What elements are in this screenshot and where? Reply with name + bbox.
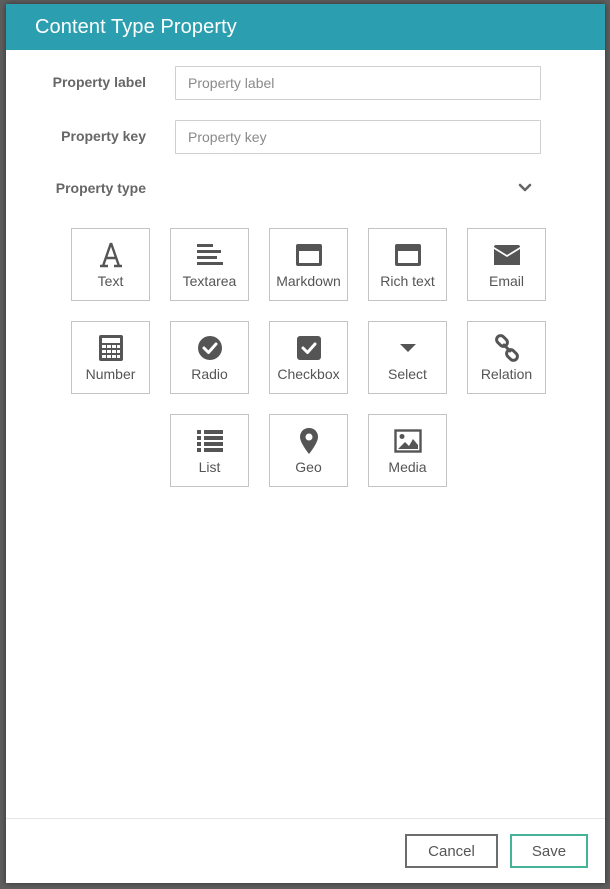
type-list-button[interactable]: List [170,414,249,487]
property-key-label: Property key [61,128,146,144]
type-text-label: Text [97,273,124,289]
type-rich-text-button[interactable]: Rich text [368,228,447,301]
type-textarea-label: Textarea [182,273,237,289]
save-button[interactable]: Save [510,834,588,868]
property-key-input[interactable] [175,120,541,154]
dialog-title: Content Type Property [35,16,237,38]
type-geo-label: Geo [295,459,322,475]
type-list-label: List [198,459,221,475]
property-type-label: Property type [55,180,146,196]
type-select-label: Select [388,366,427,382]
type-markdown-button[interactable]: Markdown [269,228,348,301]
type-relation-button[interactable]: Relation [467,321,546,394]
chevron-down-icon[interactable] [518,182,532,194]
type-geo-button[interactable]: Geo [269,414,348,487]
type-number-button[interactable]: Number [71,321,150,394]
type-number-label: Number [85,366,136,382]
type-checkbox-button[interactable]: Checkbox [269,321,348,394]
text-font-icon [99,242,122,268]
map-marker-icon [299,428,318,454]
type-select-button[interactable]: Select [368,321,447,394]
dialog-header: Content Type Property [6,4,605,50]
type-radio-label: Radio [191,366,228,382]
content-type-property-dialog: Content Type Property Property label Pro… [6,4,605,883]
type-checkbox-label: Checkbox [277,366,340,382]
type-text-button[interactable]: Text [71,228,150,301]
calculator-icon [98,335,123,361]
type-email-label: Email [488,273,524,289]
type-markdown-label: Markdown [276,273,341,289]
check-circle-icon [197,336,222,360]
link-icon [494,334,519,362]
type-media-button[interactable]: Media [368,414,447,487]
window-icon [295,244,322,266]
envelope-icon [493,245,520,265]
window-icon [394,244,421,266]
image-icon [393,429,422,453]
list-icon [196,430,223,452]
type-rich-text-label: Rich text [380,273,435,289]
type-textarea-button[interactable]: Textarea [170,228,249,301]
property-label-input[interactable] [175,66,541,100]
type-relation-label: Relation [480,366,533,382]
type-radio-button[interactable]: Radio [170,321,249,394]
type-email-button[interactable]: Email [467,228,546,301]
property-label-label: Property label [52,74,146,90]
align-left-icon [196,244,223,265]
type-media-label: Media [388,459,427,475]
footer-divider [6,818,605,819]
check-square-icon [296,336,321,360]
caret-down-icon [399,344,416,352]
cancel-button[interactable]: Cancel [405,834,498,868]
